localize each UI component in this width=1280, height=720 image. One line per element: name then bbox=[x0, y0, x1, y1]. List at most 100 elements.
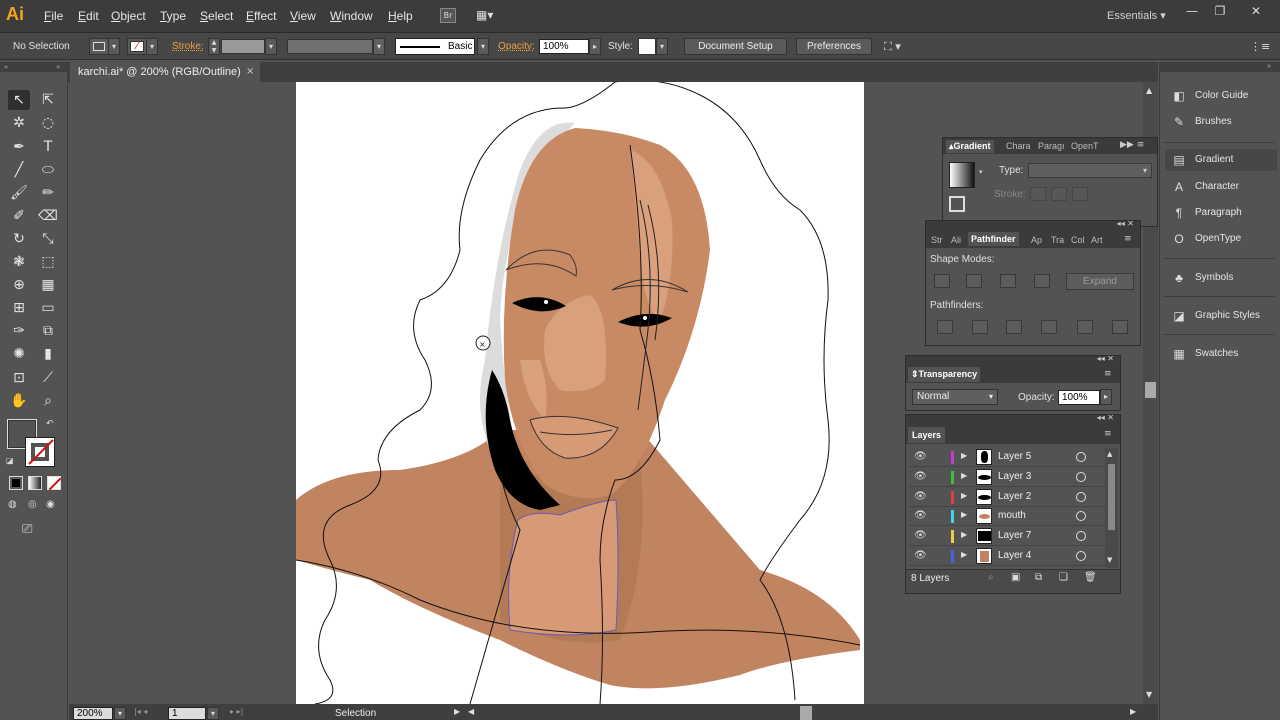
expand-triangle-icon[interactable]: ▶ bbox=[961, 530, 967, 539]
blend-tool-icon[interactable]: ⧉ bbox=[37, 321, 59, 341]
stroke-label[interactable]: Stroke: bbox=[172, 41, 204, 52]
transparency-menu-icon[interactable]: ≡ bbox=[1104, 369, 1112, 379]
expand-triangle-icon[interactable]: ▶ bbox=[961, 471, 967, 480]
visibility-eye-icon[interactable]: 👁 bbox=[914, 451, 927, 462]
rotate-tool-icon[interactable]: ↻ bbox=[8, 229, 30, 249]
free-transform-tool-icon[interactable]: ⬚ bbox=[37, 252, 59, 272]
graphic-style-swatch[interactable] bbox=[638, 38, 656, 55]
tab-character[interactable]: Chara bbox=[1006, 141, 1031, 151]
mesh-tool-icon[interactable]: ⊞ bbox=[8, 298, 30, 318]
none-mode-icon[interactable] bbox=[47, 476, 62, 491]
layer-target-icon[interactable] bbox=[1076, 511, 1086, 521]
dock-graphic-styles[interactable]: ◪ Graphic Styles bbox=[1165, 305, 1277, 327]
transparency-opacity-dropdown[interactable]: ▸ bbox=[1100, 389, 1112, 405]
layer-target-icon[interactable] bbox=[1076, 452, 1086, 462]
paintbrush-tool-icon[interactable]: 🖌 bbox=[8, 183, 30, 203]
control-panel-menu-icon[interactable]: ⋮≡ bbox=[1250, 40, 1270, 53]
preferences-button[interactable]: Preferences bbox=[796, 38, 872, 55]
layer-row[interactable]: 👁 ▶ mouth bbox=[908, 507, 1118, 526]
tab-pathfinder[interactable]: Pathfinder bbox=[968, 232, 1019, 246]
dock-swatches[interactable]: ▦ Swatches bbox=[1165, 343, 1277, 365]
visibility-eye-icon[interactable]: 👁 bbox=[914, 530, 927, 541]
visibility-eye-icon[interactable]: 👁 bbox=[914, 471, 927, 482]
expand-triangle-icon[interactable]: ▶ bbox=[961, 451, 967, 460]
pen-tool-icon[interactable]: ✒ bbox=[8, 137, 30, 157]
menu-type[interactable]: Type bbox=[160, 9, 186, 23]
gradient-mode-icon[interactable] bbox=[28, 476, 42, 490]
merge-icon[interactable] bbox=[1006, 320, 1022, 334]
expand-triangle-icon[interactable]: ▶ bbox=[961, 550, 967, 559]
menu-file[interactable]: File bbox=[44, 9, 63, 23]
stroke-across-icon[interactable] bbox=[1072, 187, 1088, 201]
ellipse-tool-icon[interactable]: ⬭ bbox=[37, 160, 59, 180]
expand-button[interactable]: Expand bbox=[1066, 273, 1134, 290]
line-tool-icon[interactable]: ╱ bbox=[8, 160, 30, 180]
draw-normal-icon[interactable]: ◍ bbox=[8, 499, 24, 513]
menu-view[interactable]: View bbox=[290, 9, 316, 23]
eyedropper-tool-icon[interactable]: ✑ bbox=[8, 321, 30, 341]
status-menu-icon[interactable]: ▶ bbox=[454, 707, 460, 716]
draw-behind-icon[interactable]: ◎ bbox=[28, 499, 44, 513]
close-window-button[interactable]: ✕ bbox=[1245, 4, 1267, 20]
brush-definition-field[interactable]: Basic bbox=[395, 38, 475, 55]
dock-character[interactable]: A Character bbox=[1165, 176, 1277, 198]
minimize-button[interactable]: — bbox=[1181, 4, 1203, 20]
variable-width-field[interactable] bbox=[287, 39, 373, 54]
minus-back-icon[interactable] bbox=[1112, 320, 1128, 334]
scroll-left-icon[interactable]: ◀ bbox=[468, 707, 474, 716]
locate-object-icon[interactable]: ⌕ bbox=[988, 572, 994, 583]
pathfinder-menu-icon[interactable]: ≡ bbox=[1124, 234, 1132, 244]
tab-layers[interactable]: Layers bbox=[908, 427, 946, 443]
tab-gradient[interactable]: ▴Gradient bbox=[946, 140, 994, 153]
draw-inside-icon[interactable]: ◉ bbox=[46, 499, 62, 513]
gradient-type-dropdown[interactable]: ▾ bbox=[1028, 163, 1152, 178]
fill-dropdown[interactable]: ▾ bbox=[108, 38, 120, 55]
intersect-icon[interactable] bbox=[1000, 274, 1016, 288]
menu-effect[interactable]: Effect bbox=[246, 9, 276, 23]
dock-gradient[interactable]: ▤ Gradient bbox=[1165, 149, 1277, 171]
panel-expand-icon[interactable]: ▶▶ ≡ bbox=[1120, 140, 1144, 150]
transparency-opacity-field[interactable]: 100% bbox=[1058, 390, 1100, 405]
expand-triangle-icon[interactable]: ▶ bbox=[961, 510, 967, 519]
tab-transform[interactable]: Tra bbox=[1051, 235, 1064, 245]
outline-icon[interactable] bbox=[1077, 320, 1093, 334]
trim-icon[interactable] bbox=[972, 320, 988, 334]
zoom-dropdown[interactable]: ▾ bbox=[114, 707, 126, 720]
layers-menu-icon[interactable]: ≡ bbox=[1104, 429, 1112, 439]
tab-stroke[interactable]: Str bbox=[931, 235, 943, 245]
dock-symbols[interactable]: ♣ Symbols bbox=[1165, 267, 1277, 289]
artboard-number-field[interactable]: 1 bbox=[168, 707, 206, 720]
expand-triangle-icon[interactable]: ▶ bbox=[961, 491, 967, 500]
layer-name[interactable]: Layer 7 bbox=[998, 530, 1031, 541]
dock-brushes[interactable]: ✎ Brushes bbox=[1165, 111, 1277, 133]
blob-brush-tool-icon[interactable]: ✐ bbox=[8, 206, 30, 226]
symbol-sprayer-tool-icon[interactable]: ✺ bbox=[8, 344, 30, 364]
unite-icon[interactable] bbox=[934, 274, 950, 288]
warp-tool-icon[interactable]: ❃ bbox=[8, 252, 30, 272]
pathfinder-panel-grip[interactable]: ◂◂ ✕ bbox=[926, 219, 1140, 230]
bridge-icon[interactable]: Br bbox=[440, 8, 456, 23]
opacity-dropdown[interactable]: ▸ bbox=[589, 38, 601, 55]
last-artboard-icon[interactable]: ▸ ▸| bbox=[230, 707, 243, 716]
tab-artboards[interactable]: Art bbox=[1091, 235, 1103, 245]
make-clipping-mask-icon[interactable]: ▣ bbox=[1011, 572, 1020, 583]
shape-builder-tool-icon[interactable]: ⊕ bbox=[8, 275, 30, 295]
minus-front-icon[interactable] bbox=[966, 274, 982, 288]
dock-paragraph[interactable]: ¶ Paragraph bbox=[1165, 202, 1277, 224]
stroke-weight-stepper[interactable]: ▲ ▼ bbox=[208, 38, 220, 55]
perspective-grid-tool-icon[interactable]: ▦ bbox=[37, 275, 59, 295]
dock-color-guide[interactable]: ◧ Color Guide bbox=[1165, 85, 1277, 107]
layer-target-icon[interactable] bbox=[1076, 551, 1086, 561]
create-new-layer-icon[interactable]: ❏ bbox=[1059, 572, 1068, 583]
layer-name[interactable]: Layer 2 bbox=[998, 491, 1031, 502]
gradient-tool-icon[interactable]: ▭ bbox=[37, 298, 59, 318]
artboard-dropdown[interactable]: ▾ bbox=[207, 707, 219, 720]
dock-grip[interactable]: » bbox=[1159, 62, 1280, 72]
tools-panel-grip[interactable]: » « bbox=[0, 62, 68, 72]
create-sublayer-icon[interactable]: ⧉ bbox=[1035, 572, 1042, 583]
opacity-label[interactable]: Opacity: bbox=[498, 41, 535, 52]
visibility-eye-icon[interactable]: 👁 bbox=[914, 491, 927, 502]
tab-align[interactable]: Ali bbox=[951, 235, 961, 245]
tab-opentype[interactable]: OpenT bbox=[1071, 141, 1099, 151]
variable-width-dropdown[interactable]: ▾ bbox=[373, 38, 385, 55]
